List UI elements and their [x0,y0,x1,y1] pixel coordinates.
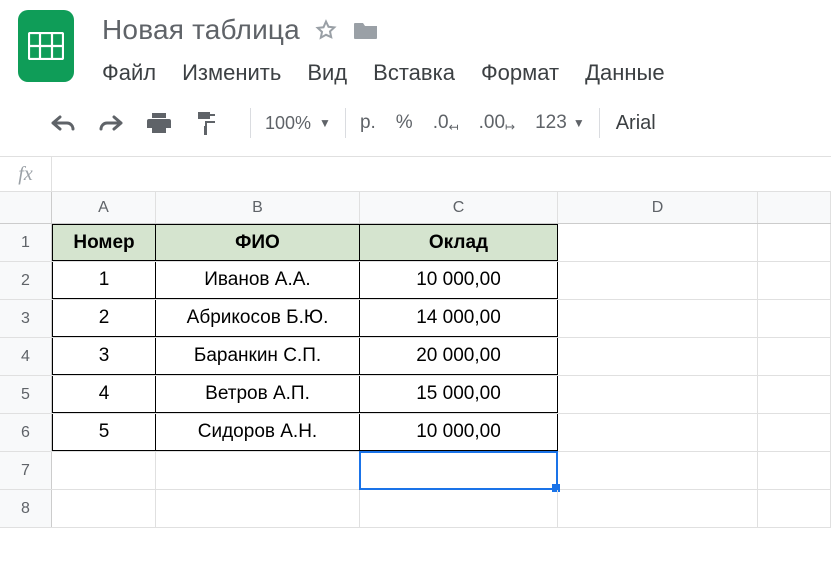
row-header[interactable]: 5 [0,376,52,413]
cell-E7[interactable] [758,452,831,489]
cell-A2[interactable]: 1 [52,262,156,299]
redo-button[interactable] [92,106,130,140]
cell-D1[interactable] [558,224,758,261]
cell-B1[interactable]: ФИО [156,224,360,261]
sheets-icon [28,32,64,60]
number-format-select[interactable]: 123 ▼ [535,112,585,134]
zoom-value: 100% [265,113,311,134]
cell-A7[interactable] [52,452,156,489]
cell-A1[interactable]: Номер [52,224,156,261]
cell-C8[interactable] [360,490,558,527]
caret-down-icon: ▼ [319,116,331,130]
cell-D3[interactable] [558,300,758,337]
cell-A6[interactable]: 5 [52,414,156,451]
paint-format-button[interactable] [188,106,226,140]
doc-title[interactable]: Новая таблица [102,14,300,46]
cell-D8[interactable] [558,490,758,527]
separator [599,108,600,138]
cell-C5[interactable]: 15 000,00 [360,376,558,413]
row-header[interactable]: 1 [0,224,52,261]
print-button[interactable] [140,106,178,140]
cell-E4[interactable] [758,338,831,375]
col-header-C[interactable]: C [360,192,558,223]
menu-view[interactable]: Вид [307,60,347,86]
toolbar: 100% ▼ р. % .0↤ .00↦ 123 ▼ Arial [0,86,831,156]
cell-A3[interactable]: 2 [52,300,156,337]
cell-D6[interactable] [558,414,758,451]
cell-A5[interactable]: 4 [52,376,156,413]
menubar: Файл Изменить Вид Вставка Формат Данные [102,60,665,86]
formula-input[interactable] [52,157,831,191]
row-header[interactable]: 6 [0,414,52,451]
cell-C1[interactable]: Оклад [360,224,558,261]
caret-down-icon: ▼ [573,116,585,130]
cell-C3[interactable]: 14 000,00 [360,300,558,337]
col-header-D[interactable]: D [558,192,758,223]
cell-E5[interactable] [758,376,831,413]
row-header[interactable]: 3 [0,300,52,337]
font-select[interactable]: Arial [616,112,656,135]
cell-B4[interactable]: Баранкин С.П. [156,338,360,375]
row-header[interactable]: 8 [0,490,52,527]
cell-D2[interactable] [558,262,758,299]
cell-B7[interactable] [156,452,360,489]
menu-insert[interactable]: Вставка [373,60,455,86]
cell-E6[interactable] [758,414,831,451]
format-percent-button[interactable]: % [396,112,413,134]
cell-D5[interactable] [558,376,758,413]
separator [345,108,346,138]
col-header-A[interactable]: A [52,192,156,223]
cell-B8[interactable] [156,490,360,527]
cell-C7[interactable] [360,452,558,489]
cell-C2[interactable]: 10 000,00 [360,262,558,299]
cell-A8[interactable] [52,490,156,527]
cell-E3[interactable] [758,300,831,337]
formula-bar: fx [0,156,831,192]
menu-edit[interactable]: Изменить [182,60,281,86]
move-folder-icon[interactable] [352,18,380,42]
cell-B6[interactable]: Сидоров А.Н. [156,414,360,451]
cell-E2[interactable] [758,262,831,299]
selection-indicator [359,451,558,490]
zoom-select[interactable]: 100% ▼ [265,113,331,134]
arrow-left-icon: ↤ [449,120,459,134]
menu-format[interactable]: Формат [481,60,559,86]
cell-E8[interactable] [758,490,831,527]
cell-B3[interactable]: Абрикосов Б.Ю. [156,300,360,337]
select-all-corner[interactable] [0,192,52,223]
cell-C6[interactable]: 10 000,00 [360,414,558,451]
spreadsheet-grid[interactable]: A B C D 1 Номер ФИО Оклад 2 1 Иванов А.А… [0,192,831,528]
menu-data[interactable]: Данные [585,60,664,86]
increase-decimal-button[interactable]: .00↦ [479,112,515,134]
row-header[interactable]: 2 [0,262,52,299]
cell-E1[interactable] [758,224,831,261]
star-icon[interactable] [314,18,338,42]
col-header-E[interactable] [758,192,831,223]
cell-C4[interactable]: 20 000,00 [360,338,558,375]
col-header-B[interactable]: B [156,192,360,223]
cell-A4[interactable]: 3 [52,338,156,375]
cell-D4[interactable] [558,338,758,375]
cell-B2[interactable]: Иванов А.А. [156,262,360,299]
separator [250,108,251,138]
decrease-decimal-button[interactable]: .0↤ [433,112,459,134]
undo-button[interactable] [44,106,82,140]
menu-file[interactable]: Файл [102,60,156,86]
format-currency-button[interactable]: р. [360,112,376,134]
cell-D7[interactable] [558,452,758,489]
row-header[interactable]: 4 [0,338,52,375]
arrow-right-icon: ↦ [505,120,515,134]
row-header[interactable]: 7 [0,452,52,489]
fx-label: fx [0,157,52,191]
cell-B5[interactable]: Ветров А.П. [156,376,360,413]
sheets-logo [18,10,74,82]
